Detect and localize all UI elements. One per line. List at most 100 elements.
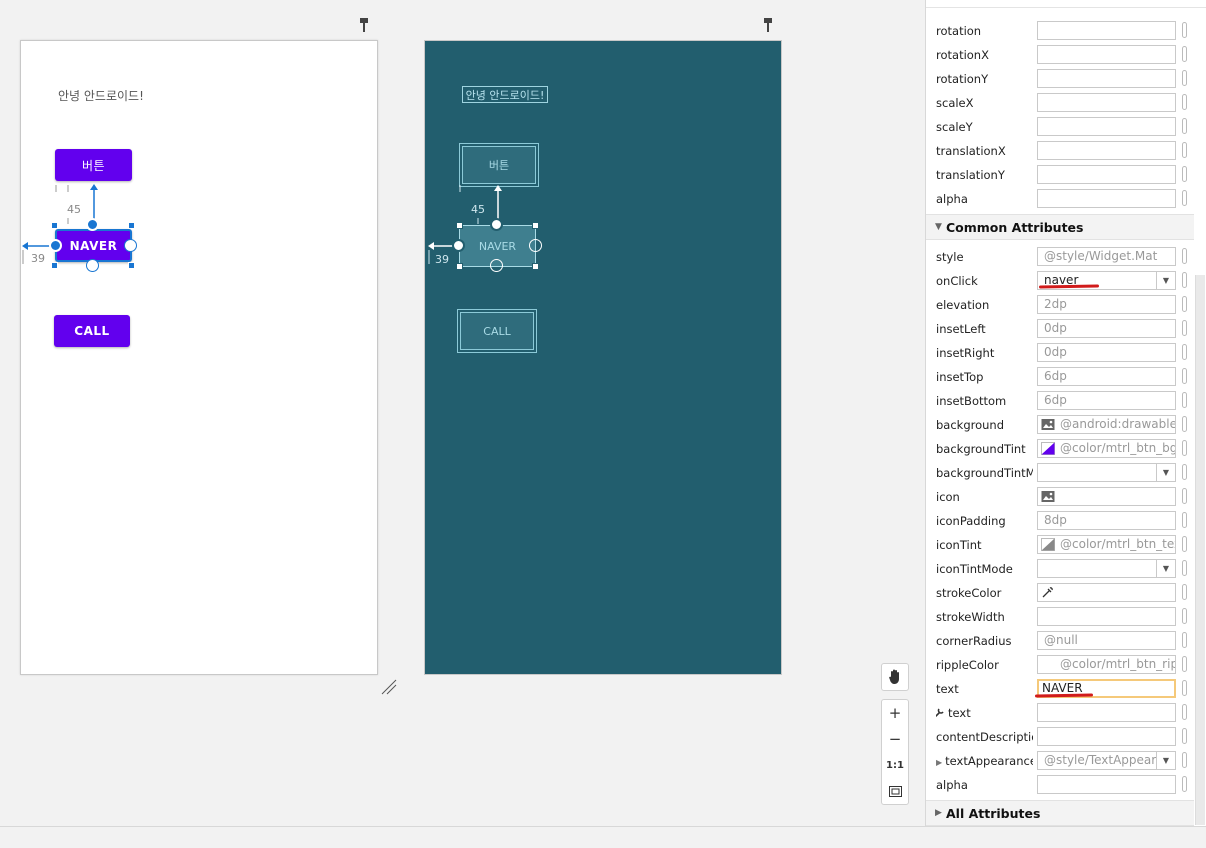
resize-handle[interactable] [51,262,58,269]
attribute-input[interactable] [1037,727,1176,746]
dropdown-arrow-icon[interactable]: ▼ [1156,272,1175,289]
attribute-indicator[interactable] [1182,118,1187,134]
attribute-input[interactable] [1037,141,1176,160]
blueprint-resize-handle[interactable] [532,263,539,270]
blueprint-right-anchor[interactable] [529,239,542,252]
design-canvas[interactable]: 안녕 안드로이드! 버튼 45 39 NAVER CALL 안녕 안드로이드! … [0,0,925,826]
attribute-input[interactable]: 6dp [1037,367,1176,386]
scrollbar[interactable] [1195,275,1205,825]
attribute-indicator[interactable] [1182,704,1187,720]
attribute-indicator[interactable] [1182,584,1187,600]
attribute-input[interactable]: 0dp [1037,319,1176,338]
design-preview[interactable] [20,40,378,675]
dropdown-arrow-icon[interactable]: ▼ [1156,560,1175,577]
attribute-input[interactable] [1037,607,1176,626]
attribute-input[interactable] [1037,69,1176,88]
attribute-indicator[interactable] [1182,296,1187,312]
attribute-input[interactable]: @color/mtrl_btn_ripp [1037,655,1176,674]
dropdown-arrow-icon[interactable]: ▼ [1156,752,1175,769]
attribute-input[interactable] [1037,45,1176,64]
blueprint-resize-handle[interactable] [456,263,463,270]
blueprint-resize-handle[interactable] [456,222,463,229]
left-anchor[interactable] [49,239,62,252]
pin-icon[interactable] [763,18,773,32]
attribute-input[interactable]: ▼ [1037,559,1176,578]
attribute-indicator[interactable] [1182,464,1187,480]
attribute-input[interactable] [1037,93,1176,112]
attribute-indicator[interactable] [1182,656,1187,672]
blueprint-top-anchor[interactable] [490,218,503,231]
attribute-input[interactable] [1037,117,1176,136]
attribute-input[interactable] [1037,21,1176,40]
attribute-indicator[interactable] [1182,752,1187,768]
attribute-indicator[interactable] [1182,512,1187,528]
zoom-in-button[interactable]: + [882,700,908,726]
attribute-input[interactable] [1037,487,1176,506]
attribute-input[interactable] [1037,775,1176,794]
blueprint-preview[interactable] [424,40,782,675]
attribute-indicator[interactable] [1182,70,1187,86]
attribute-input[interactable]: @null [1037,631,1176,650]
attribute-indicator[interactable] [1182,560,1187,576]
attribute-indicator[interactable] [1182,46,1187,62]
blueprint-left-anchor[interactable] [452,239,465,252]
resize-grip-icon[interactable] [380,678,398,696]
bottom-anchor[interactable] [86,259,99,272]
resize-handle[interactable] [128,222,135,229]
top-anchor[interactable] [86,218,99,231]
attribute-indicator[interactable] [1182,536,1187,552]
attribute-input[interactable] [1037,189,1176,208]
blueprint-hello-textview[interactable]: 안녕 안드로이드! [462,86,548,103]
attribute-input[interactable] [1037,703,1176,722]
attribute-indicator[interactable] [1182,94,1187,110]
call-button[interactable]: CALL [54,315,130,347]
attribute-indicator[interactable] [1182,272,1187,288]
attribute-input[interactable]: 2dp [1037,295,1176,314]
attribute-input[interactable]: @android:drawable/b [1037,415,1176,434]
attribute-input[interactable]: @style/TextAppeara ▼ [1037,751,1176,770]
attribute-input[interactable] [1037,165,1176,184]
attribute-indicator[interactable] [1182,608,1187,624]
dropdown-arrow-icon[interactable]: ▼ [1156,464,1175,481]
actual-size-button[interactable]: 1:1 [882,752,908,778]
blueprint-button-1[interactable]: 버튼 [459,143,539,187]
attribute-input[interactable] [1037,583,1176,602]
blueprint-bottom-anchor[interactable] [490,259,503,272]
attribute-input[interactable]: 0dp [1037,343,1176,362]
attribute-input[interactable]: 8dp [1037,511,1176,530]
attribute-indicator[interactable] [1182,392,1187,408]
attribute-input[interactable]: @color/mtrl_btn_text_ [1037,535,1176,554]
attribute-indicator[interactable] [1182,440,1187,456]
attribute-indicator[interactable] [1182,320,1187,336]
right-anchor[interactable] [124,239,137,252]
attribute-indicator[interactable] [1182,488,1187,504]
attribute-indicator[interactable] [1182,368,1187,384]
naver-button[interactable]: NAVER [55,229,132,262]
button-1[interactable]: 버튼 [55,149,132,181]
all-attributes-header[interactable]: ▶ All Attributes [926,800,1194,826]
attribute-indicator[interactable] [1182,248,1187,264]
resize-handle[interactable] [51,222,58,229]
hand-icon[interactable] [881,663,909,691]
attribute-indicator[interactable] [1182,632,1187,648]
attribute-indicator[interactable] [1182,190,1187,206]
blueprint-resize-handle[interactable] [532,222,539,229]
pin-icon[interactable] [359,18,369,32]
zoom-out-button[interactable]: − [882,726,908,752]
attribute-indicator[interactable] [1182,680,1187,696]
attribute-input[interactable]: @style/Widget.Mat [1037,247,1176,266]
attribute-indicator[interactable] [1182,344,1187,360]
attribute-input[interactable]: @color/mtrl_btn_bg_c [1037,439,1176,458]
attribute-indicator[interactable] [1182,776,1187,792]
attribute-indicator[interactable] [1182,166,1187,182]
attribute-input[interactable]: 6dp [1037,391,1176,410]
hello-textview[interactable]: 안녕 안드로이드! [58,87,144,104]
attribute-indicator[interactable] [1182,142,1187,158]
attribute-input[interactable]: ▼ [1037,463,1176,482]
attribute-indicator[interactable] [1182,22,1187,38]
attribute-indicator[interactable] [1182,416,1187,432]
resize-handle[interactable] [128,262,135,269]
common-attributes-header[interactable]: ▼ Common Attributes [926,214,1194,240]
attribute-indicator[interactable] [1182,728,1187,744]
blueprint-call-button[interactable]: CALL [457,309,537,353]
